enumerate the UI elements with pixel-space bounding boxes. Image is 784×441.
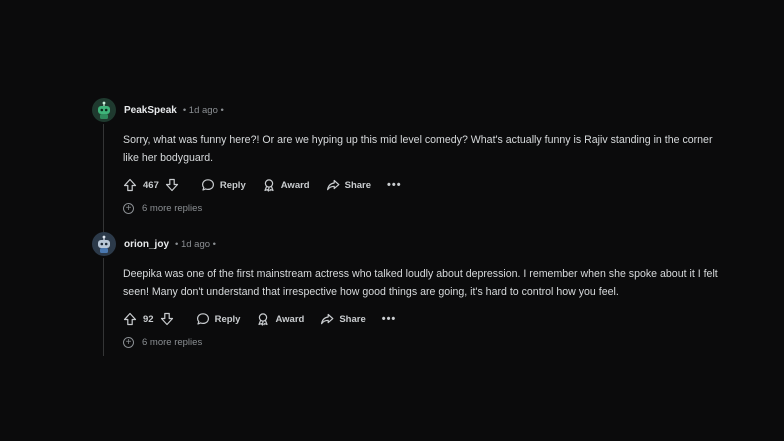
plus-circle-icon: +	[123, 337, 134, 348]
share-icon	[321, 313, 334, 325]
comment: orion_joy • 1d ago • Deepika was one of …	[92, 232, 732, 356]
more-replies-label: 6 more replies	[142, 337, 203, 348]
share-label: Share	[344, 179, 372, 191]
comment-bubble-icon	[196, 313, 209, 325]
more-replies-link[interactable]: + 6 more replies	[123, 337, 732, 348]
thread-viewport: PeakSpeak • 1d ago • Sorry, what was fun…	[0, 0, 784, 356]
comment-thread: PeakSpeak • 1d ago • Sorry, what was fun…	[0, 0, 784, 441]
avatar[interactable]	[92, 98, 116, 122]
award-icon	[264, 179, 274, 192]
vote-count: 92	[143, 313, 154, 325]
share-button[interactable]: Share	[326, 178, 371, 192]
comment: PeakSpeak • 1d ago • Sorry, what was fun…	[92, 98, 732, 234]
comment-header: orion_joy • 1d ago •	[92, 232, 732, 256]
reply-button[interactable]: Reply	[201, 178, 246, 192]
comment-body: Sorry, what was funny here?! Or are we h…	[123, 134, 713, 164]
award-button[interactable]: Award	[256, 312, 304, 326]
more-options-label: •••	[381, 313, 397, 325]
timestamp: • 1d ago •	[175, 238, 217, 250]
plus-circle-icon: +	[123, 203, 134, 214]
upvote-icon[interactable]	[123, 312, 137, 326]
reply-label: Reply	[214, 313, 241, 325]
thread-line[interactable]	[103, 124, 104, 234]
more-options-button[interactable]: •••	[382, 313, 397, 325]
more-options-label: •••	[387, 179, 402, 191]
reply-button[interactable]: Reply	[196, 312, 241, 326]
username[interactable]: PeakSpeak	[124, 105, 177, 116]
more-replies-label: 6 more replies	[142, 203, 203, 214]
downvote-icon[interactable]	[160, 312, 174, 326]
comment-bubble-icon	[201, 179, 214, 191]
comment-header: PeakSpeak • 1d ago •	[92, 98, 732, 122]
award-label: Award	[275, 313, 305, 325]
comment-body: Deepika was one of the first mainstream …	[123, 268, 718, 298]
award-icon	[258, 313, 269, 326]
share-label: Share	[339, 313, 366, 325]
username[interactable]: orion_joy	[124, 239, 169, 250]
robot-avatar-icon	[98, 235, 110, 253]
comment-actions: 467 Reply Award Share •••	[123, 175, 732, 195]
vote-control: 92	[123, 312, 174, 326]
comment-actions: 92 Reply Award Share •••	[123, 309, 732, 329]
vote-count: 467	[143, 179, 159, 191]
award-label: Award	[280, 179, 310, 191]
share-button[interactable]: Share	[320, 312, 366, 326]
timestamp: • 1d ago •	[182, 104, 224, 116]
award-button[interactable]: Award	[262, 178, 310, 192]
vote-control: 467	[123, 178, 179, 192]
more-options-button[interactable]: •••	[387, 179, 402, 191]
share-icon	[326, 179, 340, 191]
more-replies-link[interactable]: + 6 more replies	[123, 203, 732, 214]
upvote-icon[interactable]	[123, 178, 137, 192]
reply-label: Reply	[219, 179, 246, 191]
robot-avatar-icon	[98, 101, 110, 119]
downvote-icon[interactable]	[165, 178, 179, 192]
avatar[interactable]	[92, 232, 116, 256]
thread-line[interactable]	[103, 258, 104, 356]
